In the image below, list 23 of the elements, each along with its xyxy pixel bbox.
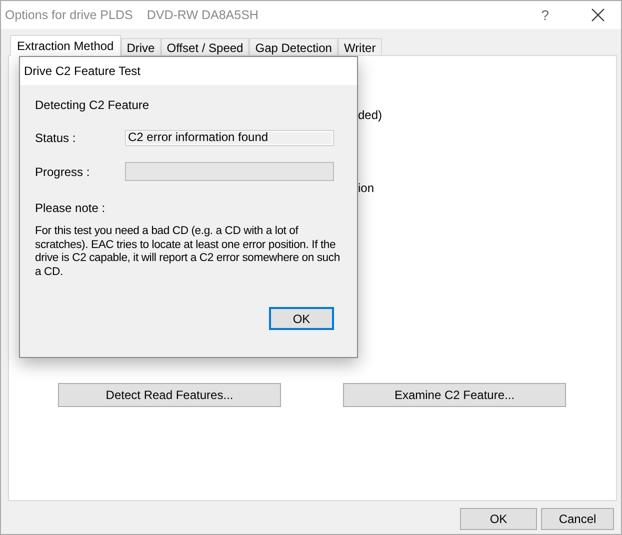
option-label: ded) bbox=[358, 108, 382, 122]
tab[interactable]: Drive bbox=[120, 38, 161, 56]
ok-button[interactable]: OK bbox=[269, 307, 334, 330]
drive-name: DVD-RW DA8A5SH bbox=[146, 8, 258, 22]
dialog-title: Drive C2 Feature Test bbox=[24, 64, 140, 78]
note-text: For this test you need a bad CD (e.g. a CD with a lot of scratches). EAC tries to locate at least one error position. If the drive is C2 capable, it will report a C2 error somewhere on such a CD. bbox=[35, 225, 341, 279]
feature-button[interactable]: Detect Read Features... bbox=[58, 383, 281, 407]
option-label: ion bbox=[358, 181, 374, 195]
dialog-button[interactable]: OK bbox=[460, 508, 537, 530]
status-label: Status : bbox=[35, 131, 77, 145]
tab[interactable]: Gap Detection bbox=[249, 38, 338, 56]
note-label: Please note : bbox=[35, 201, 106, 215]
status-field: C2 error information found bbox=[125, 130, 334, 146]
close-icon[interactable] bbox=[591, 8, 605, 22]
feature-button[interactable]: Examine C2 Feature... bbox=[343, 383, 566, 407]
tab[interactable]: Extraction Method bbox=[10, 35, 121, 56]
tab[interactable]: Offset / Speed bbox=[160, 38, 250, 56]
help-button[interactable]: ? bbox=[535, 6, 555, 24]
dialog-button[interactable]: Cancel bbox=[541, 508, 614, 530]
window-title: Options for drive PLDS bbox=[5, 8, 133, 22]
progress-label: Progress : bbox=[35, 164, 91, 178]
tab[interactable]: Writer bbox=[338, 38, 382, 56]
dialog-heading: Detecting C2 Feature bbox=[35, 98, 150, 112]
